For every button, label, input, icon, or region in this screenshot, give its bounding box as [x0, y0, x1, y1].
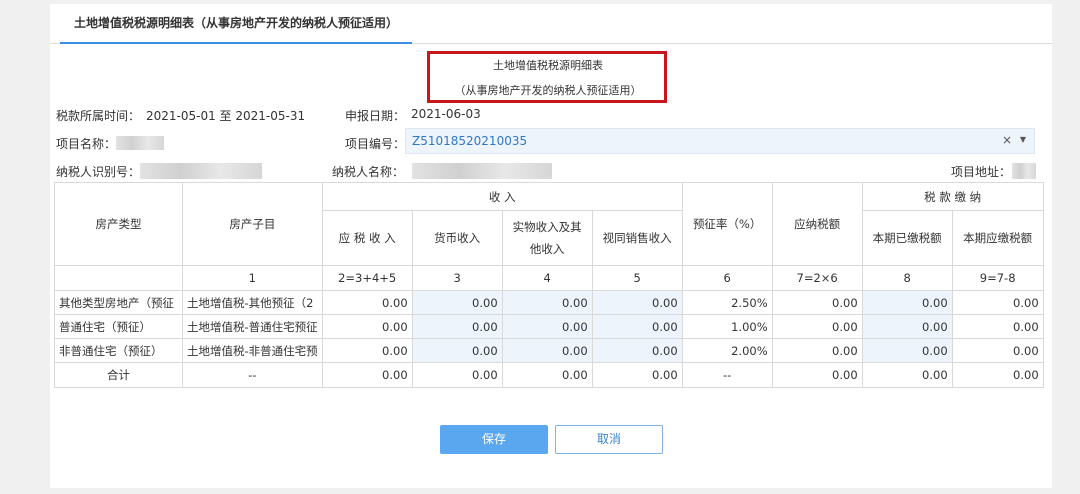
formula-cell: 1	[182, 265, 323, 291]
header-paid-this-period: 本期已缴税额	[861, 210, 953, 266]
row-property-type: 其他类型房地产（预征	[54, 290, 183, 315]
project-address-redacted	[1012, 163, 1036, 179]
row-deemed-sales-input[interactable]: 0.00	[591, 314, 683, 339]
row-property-type: 非普通住宅（预征）	[54, 338, 183, 363]
total-row: 合计 -- 0.00 0.00 0.00 0.00 -- 0.00 0.00 0…	[54, 362, 1044, 388]
project-code-label: 项目编号：	[345, 137, 406, 151]
row-paid-input[interactable]: 0.00	[861, 314, 953, 339]
header-deemed-sales: 视同销售收入	[591, 210, 683, 266]
total-deemed: 0.00	[591, 362, 683, 388]
tab-bar: 土地增值税税源明细表（从事房地产开发的纳税人预征适用）	[50, 4, 1052, 44]
total-sub: --	[182, 362, 323, 388]
taxpayer-name-redacted	[412, 163, 552, 179]
row-due: 0.00	[951, 314, 1044, 339]
formula-cell: 9=7-8	[951, 265, 1044, 291]
table-row: 其他类型房地产（预征 土地增值税-其他预征（2 0.00 0.00 0.00 0…	[54, 290, 1044, 315]
clear-icon[interactable]: ×	[1002, 133, 1012, 147]
row-inkind-income-input[interactable]: 0.00	[501, 338, 593, 363]
row-property-sub: 土地增值税-其他预征（2	[182, 290, 323, 315]
header-income: 收 入	[321, 182, 683, 211]
row-inkind-income-input[interactable]: 0.00	[501, 314, 593, 339]
header-due-this-period: 本期应缴税额	[951, 210, 1044, 266]
table-row: 非普通住宅（预征） 土地增值税-非普通住宅预 0.00 0.00 0.00 0.…	[54, 338, 1044, 363]
row-property-sub: 土地增值税-非普通住宅预	[182, 338, 323, 363]
row-due: 0.00	[951, 290, 1044, 315]
report-date-label: 申报日期：	[345, 109, 406, 123]
row-cash-income-input[interactable]: 0.00	[411, 314, 503, 339]
header-cash-income: 货币收入	[411, 210, 503, 266]
formula-cell: 3	[411, 265, 503, 291]
header-inkind-income: 实物收入及其他收入	[501, 210, 593, 266]
header-tax-payment: 税 款 缴 纳	[861, 182, 1044, 211]
total-cash: 0.00	[411, 362, 503, 388]
row-prepay-rate: 2.00%	[681, 338, 773, 363]
row-inkind-income-input[interactable]: 0.00	[501, 290, 593, 315]
form-subtitle: （从事房地产开发的纳税人预征适用）	[454, 84, 642, 97]
taxpayer-id-redacted	[140, 163, 262, 179]
row-paid-input[interactable]: 0.00	[861, 290, 953, 315]
formula-row: 1 2=3+4+5 3 4 5 6 7=2×6 8 9=7-8	[54, 265, 1044, 291]
header-tax-payable: 应纳税额	[771, 182, 863, 266]
formula-cell	[54, 265, 183, 291]
total-due: 0.00	[951, 362, 1044, 388]
project-name-value-redacted	[116, 136, 164, 150]
project-address-label: 项目地址：	[951, 165, 1012, 179]
form-panel: 土地增值税税源明细表（从事房地产开发的纳税人预征适用） 土地增值税税源明细表 （…	[50, 4, 1052, 488]
row-deemed-sales-input[interactable]: 0.00	[591, 290, 683, 315]
save-button[interactable]: 保存	[440, 425, 548, 454]
header-prepay-rate: 预征率（%）	[681, 182, 773, 266]
row-cash-income-input[interactable]: 0.00	[411, 290, 503, 315]
row-tax-payable: 0.00	[771, 338, 863, 363]
row-taxable-income: 0.00	[321, 290, 413, 315]
formula-cell: 5	[591, 265, 683, 291]
row-tax-payable: 0.00	[771, 290, 863, 315]
row-property-sub: 土地增值税-普通住宅预征	[182, 314, 323, 339]
row-due: 0.00	[951, 338, 1044, 363]
period-value: 2021-05-01 至 2021-05-31	[146, 109, 306, 123]
taxpayer-id-label: 纳税人识别号：	[56, 165, 141, 179]
chevron-down-icon[interactable]: ▼	[1020, 135, 1026, 144]
row-taxable-income: 0.00	[321, 338, 413, 363]
tab-land-vat-detail[interactable]: 土地增值税税源明细表（从事房地产开发的纳税人预征适用）	[60, 4, 412, 44]
formula-cell: 7=2×6	[771, 265, 863, 291]
project-code-select[interactable]: Z51018520210035 × ▼	[405, 128, 1035, 154]
project-code-value: Z51018520210035	[412, 134, 528, 148]
row-taxable-income: 0.00	[321, 314, 413, 339]
header-property-sub: 房产子目	[182, 182, 323, 266]
taxpayer-name-label: 纳税人名称：	[332, 165, 405, 179]
total-taxable: 0.00	[321, 362, 413, 388]
total-paid: 0.00	[861, 362, 953, 388]
row-prepay-rate: 1.00%	[681, 314, 773, 339]
row-deemed-sales-input[interactable]: 0.00	[591, 338, 683, 363]
total-inkind: 0.00	[501, 362, 593, 388]
total-label: 合计	[54, 362, 183, 388]
project-name-label: 项目名称：	[56, 137, 117, 151]
row-paid-input[interactable]: 0.00	[861, 338, 953, 363]
cancel-button[interactable]: 取消	[555, 425, 663, 454]
formula-cell: 4	[501, 265, 593, 291]
header-taxable-income: 应 税 收 入	[321, 210, 413, 266]
row-property-type: 普通住宅（预征）	[54, 314, 183, 339]
total-payable: 0.00	[771, 362, 863, 388]
row-prepay-rate: 2.50%	[681, 290, 773, 315]
formula-cell: 6	[681, 265, 773, 291]
table-row: 普通住宅（预征） 土地增值税-普通住宅预征 0.00 0.00 0.00 0.0…	[54, 314, 1044, 339]
period-label: 税款所属时间：	[56, 109, 141, 123]
formula-cell: 2=3+4+5	[321, 265, 413, 291]
form-title: 土地增值税税源明细表	[493, 59, 603, 72]
header-property-type: 房产类型	[54, 182, 183, 266]
total-rate: --	[681, 362, 773, 388]
report-date-value: 2021-06-03	[411, 107, 481, 121]
row-tax-payable: 0.00	[771, 314, 863, 339]
formula-cell: 8	[861, 265, 953, 291]
row-cash-income-input[interactable]: 0.00	[411, 338, 503, 363]
tax-detail-table: 房产类型 房产子目 收 入 预征率（%） 应纳税额 税 款 缴 纳 应 税 收 …	[54, 182, 1044, 388]
